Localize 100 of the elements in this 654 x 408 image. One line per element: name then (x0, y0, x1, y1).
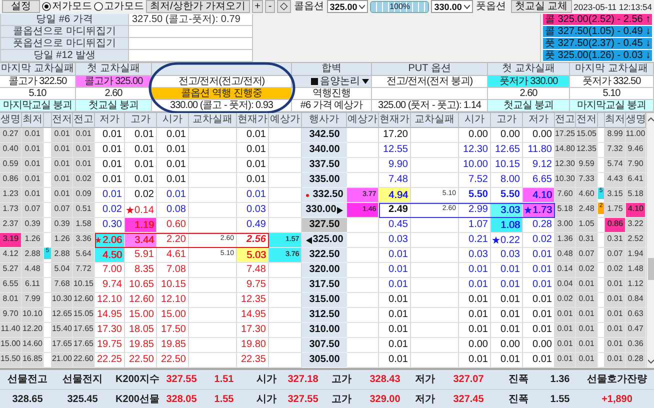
put-strike-select[interactable]: 330.00 (431, 0, 473, 13)
table-cell: 0.01 (95, 158, 125, 173)
footer-cell: 진폭 (497, 390, 540, 408)
table-cell: 0.01 (491, 308, 523, 323)
table-cell: 0.01 (379, 263, 411, 278)
table-cell: 0.01 (379, 353, 411, 368)
column-header: 마지막 교차실패 (0, 63, 76, 76)
table-cell: 2.48 (576, 203, 598, 218)
table-cell: 0.01 (157, 173, 189, 188)
scroll-up-icon[interactable] (648, 117, 654, 122)
radio-button[interactable]: 저가모드 (42, 0, 92, 12)
scroll-thumb[interactable] (648, 258, 654, 280)
table-cell: 12.55 (379, 143, 411, 158)
table-cell: 4.61 (157, 248, 189, 263)
footer-cell: 327.18 (283, 370, 323, 390)
strike-price: 317.50 (309, 278, 340, 292)
logic-dropdown[interactable]: 음양논리 (292, 76, 372, 88)
table-cell: 11.80 (523, 143, 555, 158)
table-cell: 2.88 (52, 248, 73, 263)
fetch-button[interactable]: 최저/상한가 가져오기 (146, 0, 250, 13)
datetime-text: 2023-05-11 12:13:54 (574, 2, 652, 12)
table-cell: 0.01 (605, 323, 626, 338)
table-cell: 5.74 (605, 158, 626, 173)
summary-cell: 풋저가 332.50 (570, 76, 654, 88)
table-cell: 7.32 (605, 143, 626, 158)
table-cell: 8.01 (0, 293, 22, 308)
column-header: 고가 (491, 113, 523, 128)
table-cell: 17.20 (379, 128, 411, 143)
table-cell: 0.01 (95, 128, 125, 143)
table-cell: 7.68 (52, 278, 73, 293)
table-cell: 4.48 (22, 263, 44, 278)
strike-price: 330.00 (306, 203, 336, 217)
strike-price: 332.50 (312, 188, 344, 202)
table-cell: 9.12 (523, 158, 555, 173)
table-cell: 3.15 (605, 188, 626, 203)
square-icon (311, 78, 318, 85)
call-strike-select[interactable]: 325.00 (326, 0, 368, 13)
table-cell: 0.01 (523, 293, 555, 308)
radio-button[interactable]: 고가모드 (94, 0, 144, 12)
table-cell: 1.07 (459, 218, 491, 233)
table-cell: 0.01 (157, 128, 189, 143)
table-cell: 0.00 (459, 128, 491, 143)
table-cell: 4.12 (0, 248, 22, 263)
table-cell: 0.02 (125, 188, 157, 203)
table-cell: 0.02 (576, 263, 598, 278)
table-cell: 0.01 (237, 143, 269, 158)
table-cell: 0.40 (0, 143, 22, 158)
footer-cell: 선물전지 (55, 370, 110, 390)
table-cell: 0.51 (73, 203, 95, 218)
scroll-down-icon[interactable] (648, 359, 654, 364)
table-cell: 0.01 (237, 173, 269, 188)
table-cell: 10.65 (125, 278, 157, 293)
table-cell: 0.01 (605, 293, 626, 308)
table-cell: 3.00 (555, 218, 576, 233)
strike-price: 312.50 (309, 308, 340, 322)
step-button[interactable]: ◇ (276, 0, 291, 13)
table-cell: 0.28 (626, 353, 646, 368)
table-cell: 0.01 (605, 308, 626, 323)
table-cell: 5.64 (73, 248, 95, 263)
table-cell: 0.01 (157, 158, 189, 173)
table-cell: 0.60 (157, 218, 189, 233)
table-cell: 12.30 (555, 158, 576, 173)
table-cell: 17.30 (95, 323, 125, 338)
table-cell: 0.01 (459, 323, 491, 338)
table-cell: 22.25 (95, 353, 125, 368)
table-cell: 19.85 (125, 338, 157, 353)
table-cell: 5.50 (459, 188, 491, 203)
table-cell: 9.90 (379, 158, 411, 173)
caret-icon (464, 4, 470, 8)
call-option-label: 콜옵션 (292, 0, 325, 12)
strike-price: 315.00 (309, 293, 340, 307)
table-cell: 0.01 (576, 338, 598, 353)
swap-button[interactable]: 첫교실 교체 (510, 0, 572, 13)
step-button[interactable]: + (252, 0, 264, 13)
column-header: 예상가 (347, 113, 379, 128)
footer-cell: 328.43 (360, 370, 410, 390)
table-cell: 22.50 (125, 353, 157, 368)
table-cell: 0.01 (523, 278, 555, 293)
table-cell: 0.02 (523, 233, 555, 248)
table-cell: 0.04 (555, 278, 576, 293)
step-button[interactable]: - (265, 0, 275, 13)
table-cell: 21.00 (52, 353, 73, 368)
table-cell: 0.01 (52, 173, 73, 188)
table-cell: 15.40 (52, 323, 73, 338)
table-cell: 0.47 (626, 323, 646, 338)
settings-button[interactable]: 설정 (2, 0, 40, 13)
table-cell: 8.99 (605, 128, 626, 143)
table-cell: 12.35 (576, 143, 598, 158)
table-cell: 0.01 (605, 353, 626, 368)
column-header: 시가 (157, 113, 189, 128)
table-cell: 0.48 (555, 248, 576, 263)
summary-cell: 마지막교실 붕괴 (570, 100, 654, 112)
table-cell: 0.01 (459, 278, 491, 293)
table-cell: 0.00 (491, 338, 523, 353)
cell-value: 1.19 (134, 220, 154, 230)
table-cell: 0.01 (379, 308, 411, 323)
table-cell: 4.60 (576, 188, 598, 203)
column-header: 생명 (626, 113, 646, 128)
table-cell: 17.65 (52, 338, 73, 353)
table-cell: 0.49 (237, 218, 269, 233)
